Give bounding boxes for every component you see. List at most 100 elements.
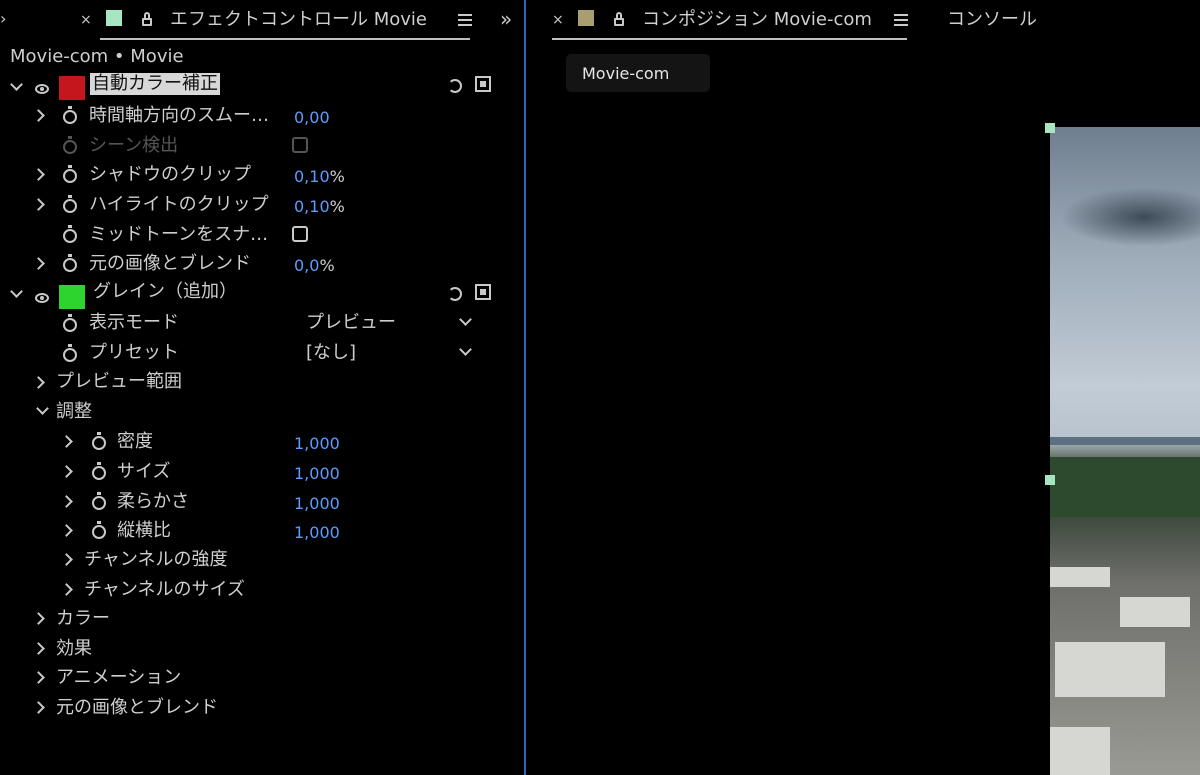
expand-icon[interactable] bbox=[32, 612, 45, 625]
param-value-temporal-smoothing[interactable]: 0,00 bbox=[294, 108, 330, 127]
group-channel-intensity[interactable]: チャンネルの強度 bbox=[84, 549, 227, 571]
param-label-black-clip: シャドウのクリップ bbox=[89, 164, 251, 185]
param-value-aspect-ratio[interactable]: 1,000 bbox=[294, 523, 340, 542]
effect-controls-panel: › × エフェクトコントロール Movie » Movie-com • Movi… bbox=[0, 0, 526, 775]
effect-settings-icon[interactable] bbox=[475, 284, 491, 300]
param-label-view-mode: 表示モード bbox=[89, 312, 179, 333]
stopwatch-icon[interactable] bbox=[63, 254, 77, 272]
expand-icon[interactable] bbox=[60, 583, 73, 596]
panel-menu-icon[interactable] bbox=[894, 14, 908, 26]
stopwatch-icon[interactable] bbox=[92, 492, 106, 510]
close-tab-icon[interactable]: × bbox=[80, 12, 92, 28]
composition-viewer-image[interactable] bbox=[1050, 127, 1200, 775]
stopwatch-icon[interactable] bbox=[63, 106, 77, 124]
tab-composition[interactable]: コンポジション Movie-com bbox=[642, 9, 872, 31]
group-channel-size[interactable]: チャンネルのサイズ bbox=[84, 579, 245, 601]
unit-label: % bbox=[329, 167, 345, 186]
expand-icon[interactable] bbox=[32, 376, 45, 389]
snap-midtones-checkbox[interactable] bbox=[292, 226, 308, 242]
group-blend[interactable]: 元の画像とブレンド bbox=[56, 697, 218, 719]
param-label-snap-midtones: ミッドトーンをスナ… bbox=[89, 224, 269, 245]
panel-expand-icon[interactable]: » bbox=[500, 8, 512, 30]
scene-detect-checkbox[interactable] bbox=[292, 137, 308, 153]
comp-name-pill[interactable]: Movie-com bbox=[566, 54, 710, 92]
panel-menu-icon[interactable] bbox=[458, 14, 472, 26]
group-animation[interactable]: アニメーション bbox=[56, 667, 181, 689]
bridge-shape bbox=[1050, 437, 1200, 445]
tab-color-swatch bbox=[578, 10, 594, 26]
reset-icon[interactable] bbox=[448, 287, 462, 301]
collapse-grain-icon[interactable] bbox=[10, 285, 23, 298]
tab-console[interactable]: コンソール bbox=[947, 9, 1037, 31]
lock-icon[interactable] bbox=[614, 12, 624, 26]
stopwatch-icon[interactable] bbox=[63, 344, 77, 362]
param-label-softness: 柔らかさ bbox=[117, 491, 189, 512]
stopwatch-icon[interactable] bbox=[63, 195, 77, 213]
transform-handle[interactable] bbox=[1045, 123, 1055, 133]
eye-icon[interactable] bbox=[35, 293, 49, 303]
expand-icon[interactable] bbox=[60, 435, 73, 448]
group-application[interactable]: 効果 bbox=[56, 638, 92, 660]
collapse-tweaking-icon[interactable] bbox=[36, 402, 49, 415]
view-mode-dropdown[interactable]: プレビュー bbox=[306, 312, 396, 334]
effect-color-swatch-red bbox=[59, 76, 85, 100]
stopwatch-icon[interactable] bbox=[92, 521, 106, 539]
group-color[interactable]: カラー bbox=[56, 608, 110, 630]
param-label-scene-detect: シーン検出 bbox=[89, 135, 179, 156]
stopwatch-icon[interactable] bbox=[63, 165, 77, 183]
expand-icon[interactable] bbox=[32, 671, 45, 684]
active-comp-label: Movie-com bbox=[582, 64, 670, 83]
reset-icon[interactable] bbox=[448, 79, 462, 93]
stopwatch-icon[interactable] bbox=[92, 432, 106, 450]
param-value-softness[interactable]: 1,000 bbox=[294, 494, 340, 513]
tab-effect-controls[interactable]: エフェクトコントロール Movie bbox=[170, 9, 427, 31]
param-label-preset: プリセット bbox=[89, 342, 179, 363]
effect-settings-icon[interactable] bbox=[475, 76, 491, 92]
effect-name-auto-color[interactable]: 自動カラー補正 bbox=[90, 73, 220, 95]
paving-tile bbox=[1055, 642, 1165, 697]
stopwatch-icon[interactable] bbox=[92, 462, 106, 480]
effect-name-grain[interactable]: グレイン（追加） bbox=[93, 281, 237, 303]
param-label-blend: 元の画像とブレンド bbox=[89, 253, 251, 274]
preset-dropdown[interactable]: [なし] bbox=[306, 342, 356, 364]
collapse-auto-color-icon[interactable] bbox=[10, 78, 23, 91]
eye-icon[interactable] bbox=[35, 84, 49, 94]
expand-icon[interactable] bbox=[60, 465, 73, 478]
dropdown-chevron-icon[interactable] bbox=[459, 313, 472, 326]
cloud-shape bbox=[1060, 187, 1200, 247]
param-value-black-clip[interactable]: 0,10 bbox=[294, 167, 330, 186]
transform-handle[interactable] bbox=[1045, 475, 1055, 485]
close-tab-icon[interactable]: × bbox=[552, 12, 564, 28]
tab-underline bbox=[100, 38, 470, 40]
param-value-white-clip[interactable]: 0,10 bbox=[294, 197, 330, 216]
expand-icon[interactable] bbox=[32, 642, 45, 655]
stopwatch-icon[interactable] bbox=[63, 314, 77, 332]
effect-color-swatch-green bbox=[59, 285, 85, 309]
tab-underline bbox=[552, 38, 907, 40]
expand-icon[interactable] bbox=[32, 198, 45, 211]
stopwatch-icon bbox=[63, 136, 77, 154]
panel-overflow-icon[interactable]: › bbox=[0, 8, 6, 30]
paving-tile bbox=[1050, 567, 1110, 587]
expand-icon[interactable] bbox=[32, 168, 45, 181]
group-tweaking[interactable]: 調整 bbox=[56, 401, 92, 423]
param-label-white-clip: ハイライトのクリップ bbox=[89, 194, 269, 215]
lock-icon[interactable] bbox=[142, 12, 152, 26]
unit-label: % bbox=[319, 256, 335, 275]
param-label-size: サイズ bbox=[117, 461, 171, 482]
param-label-temporal-smoothing: 時間軸方向のスムー… bbox=[89, 105, 269, 126]
param-value-intensity[interactable]: 1,000 bbox=[294, 434, 340, 453]
param-value-size[interactable]: 1,000 bbox=[294, 464, 340, 483]
group-preview-region[interactable]: プレビュー範囲 bbox=[56, 371, 182, 393]
expand-icon[interactable] bbox=[32, 701, 45, 714]
dropdown-chevron-icon[interactable] bbox=[459, 343, 472, 356]
expand-icon[interactable] bbox=[32, 109, 45, 122]
expand-icon[interactable] bbox=[60, 524, 73, 537]
unit-label: % bbox=[329, 197, 345, 216]
expand-icon[interactable] bbox=[60, 553, 73, 566]
expand-icon[interactable] bbox=[32, 257, 45, 270]
stopwatch-icon[interactable] bbox=[63, 225, 77, 243]
param-value-blend[interactable]: 0,0 bbox=[294, 256, 319, 275]
expand-icon[interactable] bbox=[60, 495, 73, 508]
breadcrumb: Movie-com • Movie bbox=[10, 46, 184, 67]
